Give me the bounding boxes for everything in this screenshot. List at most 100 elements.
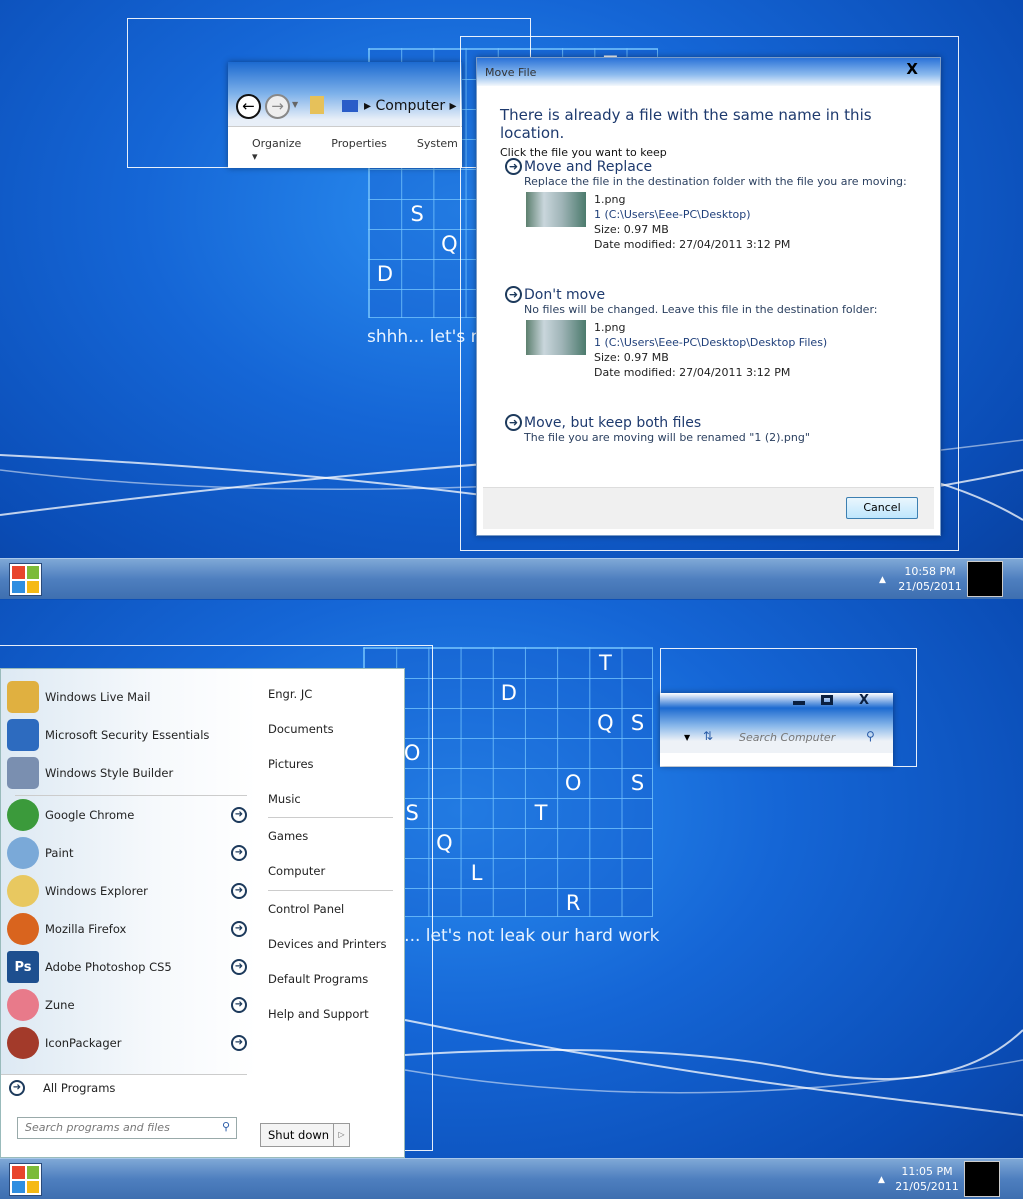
close-button[interactable]: X: [906, 60, 918, 78]
up-folder-icon[interactable]: [310, 96, 324, 114]
start-search-input[interactable]: Search programs and files ⚲: [17, 1117, 237, 1139]
recent-program[interactable]: Windows Explorer ➜: [7, 875, 247, 907]
recent-program[interactable]: Google Chrome ➜: [7, 799, 247, 831]
grid-letter: D: [376, 262, 394, 286]
grid-letter: S: [410, 202, 424, 226]
refresh-icon[interactable]: ⇅: [703, 729, 713, 743]
divider: [268, 817, 393, 818]
grid-letter: T: [598, 651, 612, 675]
jump-list-arrow-icon[interactable]: ➜: [231, 921, 247, 937]
option-description: The file you are moving will be renamed …: [524, 431, 810, 444]
jump-list-arrow-icon[interactable]: ➜: [231, 959, 247, 975]
program-label: Windows Style Builder: [45, 766, 174, 780]
show-desktop-button[interactable]: [967, 561, 1003, 597]
breadcrumb[interactable]: ▸ Computer ▸: [364, 98, 457, 114]
program-icon: [7, 875, 39, 907]
jump-list-arrow-icon[interactable]: ➜: [231, 883, 247, 899]
cancel-button[interactable]: Cancel: [846, 497, 918, 519]
dialog-title: Move File: [485, 66, 537, 79]
divider: [1, 1074, 247, 1075]
grid-letter: S: [630, 771, 645, 795]
recent-program[interactable]: Paint ➜: [7, 837, 247, 869]
recent-program[interactable]: Ps Adobe Photoshop CS5 ➜: [7, 951, 247, 983]
all-programs-button[interactable]: ➜ All Programs: [9, 1080, 249, 1096]
clock[interactable]: 11:05 PM 21/05/2011: [892, 1164, 962, 1194]
taskbar: ▲ 10:58 PM 21/05/2011: [0, 558, 1023, 599]
back-button[interactable]: ←: [236, 94, 261, 119]
file-path: 1 (C:\Users\Eee-PC\Desktop\Desktop Files…: [594, 336, 828, 349]
start-menu-link[interactable]: Control Panel: [268, 902, 344, 916]
recent-program[interactable]: Zune ➜: [7, 989, 247, 1021]
program-icon: [7, 681, 39, 713]
start-menu-link[interactable]: Pictures: [268, 757, 314, 771]
program-icon: [7, 757, 39, 789]
maximize-button[interactable]: [821, 695, 833, 705]
show-hidden-icons-button[interactable]: ▲: [878, 1175, 885, 1185]
grid-letter: O: [564, 771, 582, 795]
option-dont-move[interactable]: ➜ Don't move No files will be changed. Le…: [505, 286, 877, 380]
jump-list-arrow-icon[interactable]: ➜: [231, 997, 247, 1013]
start-button[interactable]: [9, 563, 42, 596]
explorer-window: ← → ▼ ▸ Computer ▸ Organize ▾ Properties…: [228, 62, 462, 168]
file-size: Size: 0.97 MB: [594, 351, 669, 364]
move-file-dialog: Move File X There is already a file with…: [476, 57, 941, 536]
start-button[interactable]: [9, 1163, 42, 1196]
show-desktop-button[interactable]: [964, 1161, 1000, 1197]
divider: [268, 890, 393, 891]
start-menu-link[interactable]: Computer: [268, 864, 325, 878]
option-move-and-replace[interactable]: ➜ Move and Replace Replace the file in th…: [505, 158, 907, 252]
grid-letter: R: [565, 891, 581, 915]
recent-program[interactable]: Mozilla Firefox ➜: [7, 913, 247, 945]
pinned-program[interactable]: Windows Style Builder: [7, 757, 247, 789]
start-menu-link[interactable]: Documents: [268, 722, 334, 736]
program-icon: [7, 1027, 39, 1059]
program-label: Paint: [45, 846, 74, 860]
show-hidden-icons-button[interactable]: ▲: [879, 575, 886, 585]
clock-date: 21/05/2011: [895, 1180, 959, 1193]
start-menu-link[interactable]: Games: [268, 829, 308, 843]
program-icon: [7, 799, 39, 831]
clock-time: 10:58 PM: [904, 565, 956, 578]
option-keep-both[interactable]: ➜ Move, but keep both files The file you …: [505, 414, 810, 444]
start-menu-link[interactable]: Default Programs: [268, 972, 368, 986]
close-button[interactable]: X: [859, 693, 869, 708]
search-icon[interactable]: ⚲: [866, 729, 875, 743]
grid-letter: L: [470, 861, 483, 885]
properties-button[interactable]: Properties: [331, 137, 387, 163]
recent-pages-dropdown-icon[interactable]: ▼: [292, 100, 298, 109]
start-menu-link[interactable]: Engr. JC: [268, 687, 312, 701]
pinned-program[interactable]: Windows Live Mail: [7, 681, 247, 713]
address-dropdown-icon[interactable]: ▼: [684, 733, 690, 742]
program-icon: [7, 719, 39, 751]
recent-program[interactable]: IconPackager ➜: [7, 1027, 247, 1059]
grid-letter: T: [534, 801, 548, 825]
explorer-window: X ▼ ⇅ Search Computer ⚲: [660, 693, 893, 766]
jump-list-arrow-icon[interactable]: ➜: [231, 1035, 247, 1051]
start-menu-link[interactable]: Music: [268, 792, 301, 806]
grid-letter: Q: [436, 831, 453, 855]
search-input[interactable]: Search Computer: [739, 731, 835, 744]
program-icon: [7, 913, 39, 945]
shut-down-button[interactable]: Shut down ▷: [260, 1123, 350, 1147]
pinned-program[interactable]: Microsoft Security Essentials: [7, 719, 247, 751]
grid-letter: D: [500, 681, 517, 705]
shutdown-options-arrow[interactable]: ▷: [333, 1124, 349, 1146]
start-menu-link[interactable]: Help and Support: [268, 1007, 369, 1021]
file-thumbnail: [526, 320, 586, 355]
option-description: Replace the file in the destination fold…: [524, 175, 907, 188]
program-label: IconPackager: [45, 1036, 122, 1050]
jump-list-arrow-icon[interactable]: ➜: [231, 845, 247, 861]
dialog-titlebar: Move File X: [477, 58, 940, 86]
minimize-button[interactable]: [793, 701, 805, 705]
option-title: Don't move: [524, 286, 606, 303]
system-properties-button[interactable]: System: [417, 137, 458, 163]
organize-menu[interactable]: Organize ▾: [252, 137, 301, 163]
breadcrumb-computer[interactable]: Computer: [375, 98, 445, 114]
clock[interactable]: 10:58 PM 21/05/2011: [895, 564, 965, 594]
search-icon: ⚲: [221, 1120, 230, 1133]
forward-button[interactable]: →: [265, 94, 290, 119]
grid-letter: S: [630, 711, 645, 735]
start-menu-link[interactable]: Devices and Printers: [268, 937, 387, 951]
jump-list-arrow-icon[interactable]: ➜: [231, 807, 247, 823]
arrow-circle-icon: ➜: [505, 414, 522, 431]
